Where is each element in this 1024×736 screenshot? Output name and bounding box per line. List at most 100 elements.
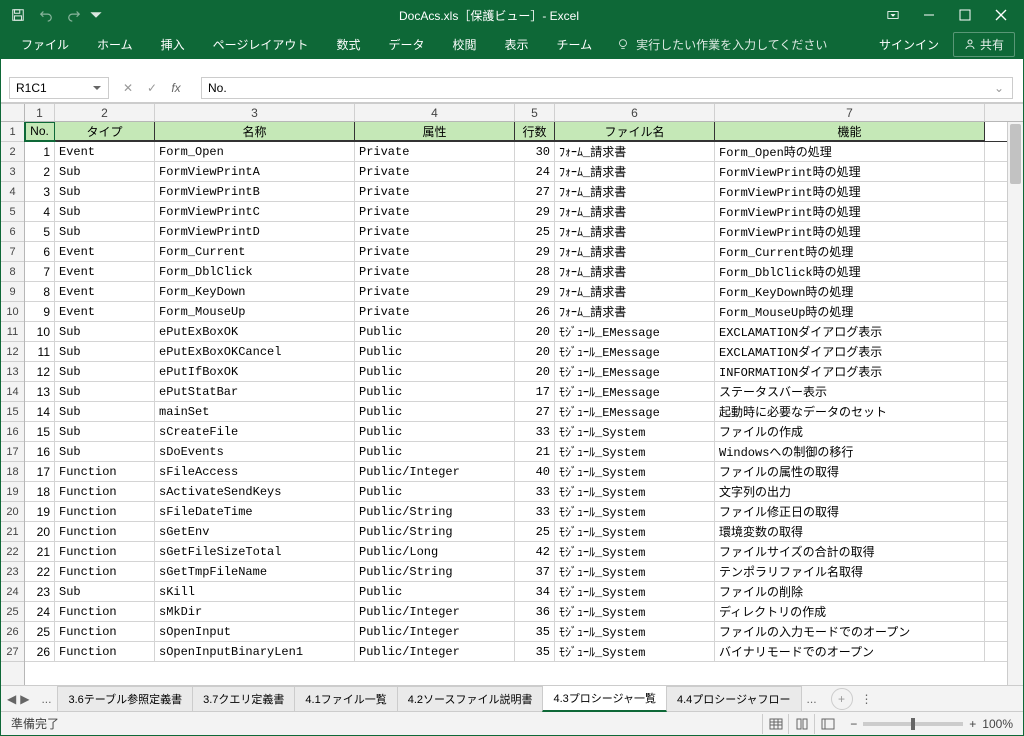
table-row[interactable]: 20FunctionsGetEnvPublic/String25ﾓｼﾞｭｰﾙ_S… [25, 522, 1023, 542]
enter-formula-icon[interactable]: ✓ [143, 81, 161, 95]
table-header-cell[interactable]: 機能 [715, 122, 985, 141]
tab-insert[interactable]: 挿入 [149, 30, 197, 59]
cell[interactable]: 29 [515, 242, 555, 261]
row-header[interactable]: 1 [1, 122, 24, 142]
qat-customize-icon[interactable] [89, 3, 103, 27]
sheet-tab[interactable]: 4.4プロシージャフロー [666, 686, 802, 711]
cell[interactable]: 20 [515, 342, 555, 361]
formula-input[interactable]: No. ⌄ [201, 77, 1013, 99]
table-row[interactable]: 18FunctionsActivateSendKeysPublic33ﾓｼﾞｭｰ… [25, 482, 1023, 502]
row-header[interactable]: 21 [1, 522, 24, 542]
cell[interactable]: テンポラリファイル名取得 [715, 562, 985, 581]
col-header[interactable]: 1 [25, 104, 55, 121]
row-header[interactable]: 25 [1, 602, 24, 622]
cell[interactable]: FormViewPrint時の処理 [715, 202, 985, 221]
cell[interactable]: 12 [25, 362, 55, 381]
cell[interactable]: ファイルの作成 [715, 422, 985, 441]
cell[interactable]: 25 [25, 622, 55, 641]
cell[interactable]: Public [355, 482, 515, 501]
cell[interactable]: Function [55, 562, 155, 581]
cell[interactable]: sGetFileSizeTotal [155, 542, 355, 561]
cell[interactable]: FormViewPrintC [155, 202, 355, 221]
sheet-tab[interactable]: 4.3プロシージャ一覧 [542, 685, 667, 712]
cell[interactable]: Sub [55, 382, 155, 401]
table-row[interactable]: 3SubFormViewPrintBPrivate27ﾌｫｰﾑ_請求書FormV… [25, 182, 1023, 202]
cell[interactable]: Public/Long [355, 542, 515, 561]
tab-nav-prev-icon[interactable]: ◀ [7, 692, 16, 706]
cell[interactable]: sMkDir [155, 602, 355, 621]
row-header[interactable]: 22 [1, 542, 24, 562]
cell[interactable]: 21 [25, 542, 55, 561]
table-row[interactable]: 2SubFormViewPrintAPrivate24ﾌｫｰﾑ_請求書FormV… [25, 162, 1023, 182]
table-row[interactable]: 12SubePutIfBoxOKPublic20ﾓｼﾞｭｰﾙ_EMessageI… [25, 362, 1023, 382]
cell[interactable]: 4 [25, 202, 55, 221]
cell[interactable]: 文字列の出力 [715, 482, 985, 501]
cell[interactable]: 21 [515, 442, 555, 461]
expand-formula-icon[interactable]: ⌄ [994, 81, 1006, 95]
cell[interactable]: 26 [25, 642, 55, 661]
tab-bar-menu-icon[interactable]: ⋮ [861, 692, 873, 706]
row-header[interactable]: 3 [1, 162, 24, 182]
share-button[interactable]: 共有 [953, 32, 1015, 57]
cell[interactable]: Function [55, 642, 155, 661]
cell[interactable]: Event [55, 282, 155, 301]
row-header[interactable]: 2 [1, 142, 24, 162]
cell[interactable]: Private [355, 222, 515, 241]
row-header[interactable]: 17 [1, 442, 24, 462]
row-header[interactable]: 19 [1, 482, 24, 502]
cell[interactable]: 27 [515, 182, 555, 201]
tab-data[interactable]: データ [376, 30, 436, 59]
cell[interactable]: 17 [515, 382, 555, 401]
cell[interactable]: Public/String [355, 502, 515, 521]
cell[interactable]: ﾓｼﾞｭｰﾙ_System [555, 482, 715, 501]
row-header[interactable]: 8 [1, 262, 24, 282]
vertical-scrollbar[interactable] [1007, 122, 1023, 685]
cell[interactable]: sOpenInput [155, 622, 355, 641]
row-header[interactable]: 27 [1, 642, 24, 662]
scrollbar-thumb[interactable] [1010, 124, 1021, 184]
cell[interactable]: 14 [25, 402, 55, 421]
zoom-thumb[interactable] [911, 718, 915, 730]
cell[interactable]: ﾓｼﾞｭｰﾙ_EMessage [555, 402, 715, 421]
cell[interactable]: 40 [515, 462, 555, 481]
row-header[interactable]: 14 [1, 382, 24, 402]
cell[interactable]: FormViewPrintB [155, 182, 355, 201]
cell[interactable]: 42 [515, 542, 555, 561]
cell[interactable]: Public [355, 442, 515, 461]
cell[interactable]: Public/String [355, 562, 515, 581]
tab-nav-next-icon[interactable]: ▶ [20, 692, 29, 706]
cell[interactable]: Public [355, 322, 515, 341]
page-break-view-icon[interactable] [814, 714, 840, 734]
cell[interactable]: Form_MouseUp時の処理 [715, 302, 985, 321]
cell[interactable]: 20 [515, 362, 555, 381]
cell[interactable]: 26 [515, 302, 555, 321]
table-header-cell[interactable]: タイプ [55, 122, 155, 141]
cell[interactable]: 8 [25, 282, 55, 301]
col-header[interactable]: 7 [715, 104, 985, 121]
row-header[interactable]: 26 [1, 622, 24, 642]
cell[interactable]: 36 [515, 602, 555, 621]
cell[interactable]: sCreateFile [155, 422, 355, 441]
table-row[interactable]: 21FunctionsGetFileSizeTotalPublic/Long42… [25, 542, 1023, 562]
table-header-cell[interactable]: ファイル名 [555, 122, 715, 141]
sheet-tabs-more-right[interactable]: ... [801, 688, 823, 710]
table-row[interactable]: 13SubePutStatBarPublic17ﾓｼﾞｭｰﾙ_EMessageス… [25, 382, 1023, 402]
cell[interactable]: 18 [25, 482, 55, 501]
cell[interactable]: ﾌｫｰﾑ_請求書 [555, 302, 715, 321]
table-row[interactable]: 22FunctionsGetTmpFileNamePublic/String37… [25, 562, 1023, 582]
row-header[interactable]: 11 [1, 322, 24, 342]
cell[interactable]: ﾌｫｰﾑ_請求書 [555, 262, 715, 281]
table-row[interactable]: 11SubePutExBoxOKCancelPublic20ﾓｼﾞｭｰﾙ_EMe… [25, 342, 1023, 362]
cell[interactable]: 20 [515, 322, 555, 341]
cell[interactable]: Sub [55, 202, 155, 221]
fx-icon[interactable]: fx [167, 81, 185, 95]
cell[interactable]: sFileDateTime [155, 502, 355, 521]
cell[interactable]: 24 [515, 162, 555, 181]
cell[interactable]: FormViewPrint時の処理 [715, 182, 985, 201]
cancel-formula-icon[interactable]: ✕ [119, 81, 137, 95]
cell[interactable]: FormViewPrintA [155, 162, 355, 181]
cell[interactable]: ﾓｼﾞｭｰﾙ_System [555, 602, 715, 621]
row-header[interactable]: 10 [1, 302, 24, 322]
cell[interactable]: ファイル修正日の取得 [715, 502, 985, 521]
cell[interactable]: Function [55, 522, 155, 541]
